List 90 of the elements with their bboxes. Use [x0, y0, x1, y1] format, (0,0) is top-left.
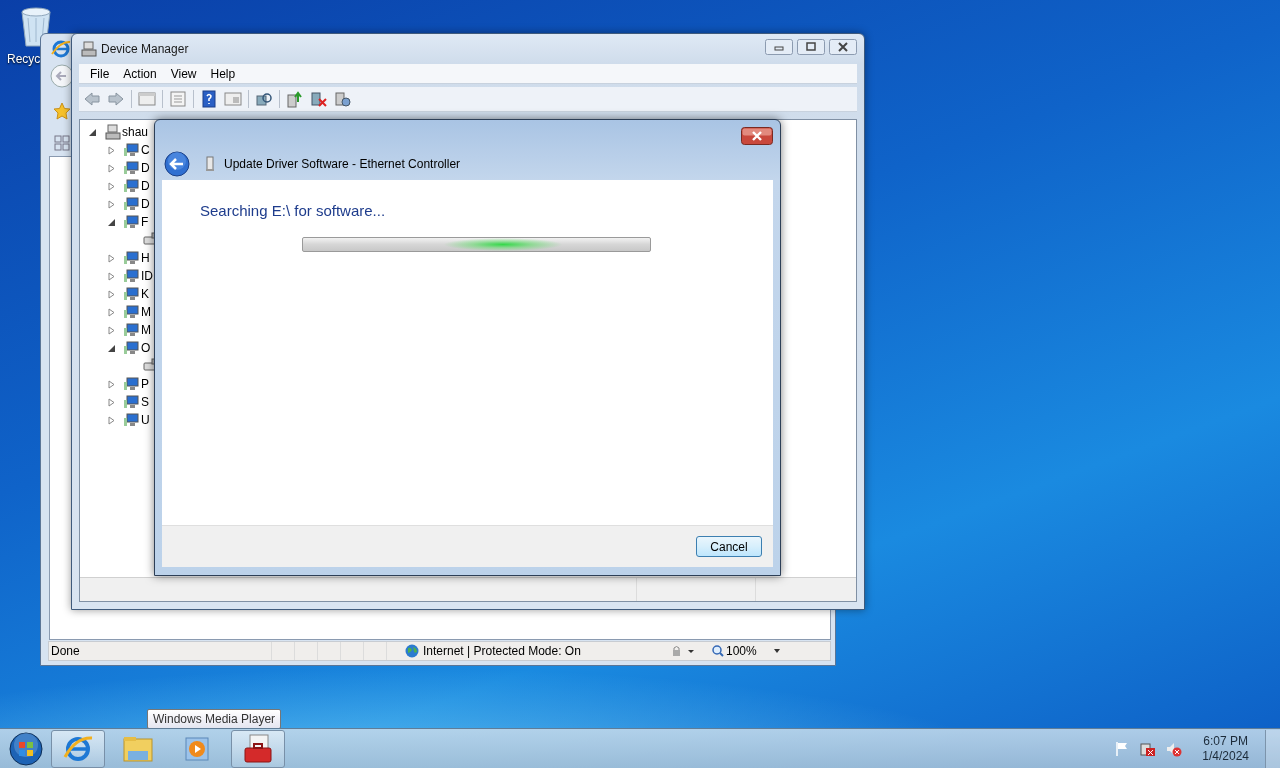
tree-item[interactable]: D	[141, 179, 150, 193]
tree-item[interactable]: M	[141, 305, 151, 319]
panel-icon[interactable]	[138, 90, 156, 108]
globe-icon	[405, 644, 419, 658]
device-icon	[124, 340, 140, 356]
uninstall-icon[interactable]	[310, 90, 328, 108]
tree-item[interactable]: shau	[122, 125, 149, 139]
zone-text: Internet | Protected Mode: On	[423, 644, 581, 658]
clock-time: 6:07 PM	[1203, 733, 1248, 749]
computer-icon	[81, 41, 97, 57]
collapsed-arrow-icon[interactable]	[107, 379, 116, 389]
tree-item[interactable]: K	[141, 287, 149, 301]
toolbox-icon	[242, 732, 274, 765]
collapsed-arrow-icon[interactable]	[107, 415, 116, 425]
desktop-icon-label[interactable]: Recyc	[7, 52, 41, 66]
tree-item[interactable]: F	[141, 215, 149, 229]
tree-item[interactable]: M	[141, 323, 151, 337]
tree-item[interactable]: P	[141, 377, 149, 391]
update-icon[interactable]	[286, 90, 304, 108]
collapsed-arrow-icon[interactable]	[107, 397, 116, 407]
network-card-icon	[204, 156, 216, 172]
device-icon	[124, 286, 140, 302]
device-icon	[124, 178, 140, 194]
zoom-text: 100%	[726, 644, 757, 658]
collapsed-arrow-icon[interactable]	[107, 289, 116, 299]
expanded-arrow-icon[interactable]	[88, 127, 97, 137]
disable-icon[interactable]	[334, 90, 352, 108]
device-icon	[124, 394, 140, 410]
device-icon	[124, 196, 140, 212]
collapsed-arrow-icon[interactable]	[107, 253, 116, 263]
tree-item[interactable]: S	[141, 395, 149, 409]
clock[interactable]: 6:07 PM 1/4/2024	[1202, 733, 1249, 764]
dialog-title: Update Driver Software - Ethernet Controller	[224, 157, 461, 171]
status-heading: Searching E:\ for software...	[200, 202, 387, 219]
close-icon[interactable]	[829, 39, 857, 55]
cancel-button[interactable]: Cancel	[696, 536, 762, 557]
collapsed-arrow-icon[interactable]	[107, 181, 116, 191]
device-icon	[124, 412, 140, 428]
device-icon	[124, 304, 140, 320]
collapsed-arrow-icon[interactable]	[107, 307, 116, 317]
collapsed-arrow-icon[interactable]	[107, 325, 116, 335]
collapsed-arrow-icon[interactable]	[107, 199, 116, 209]
device-icon	[124, 268, 140, 284]
menu-item[interactable]: File	[83, 66, 117, 81]
minimize-icon[interactable]	[765, 39, 793, 55]
star-icon[interactable]	[53, 102, 71, 120]
status-text: Done	[50, 644, 81, 658]
network-error-icon[interactable]	[1140, 740, 1157, 757]
collapsed-arrow-icon[interactable]	[107, 145, 116, 155]
start-button-icon[interactable]	[8, 730, 44, 767]
zoom-button[interactable]: 100%	[712, 644, 782, 658]
tree-item[interactable]: U	[141, 413, 150, 427]
collapsed-arrow-icon[interactable]	[107, 163, 116, 173]
panel-icon[interactable]	[224, 90, 242, 108]
taskbar-button[interactable]	[51, 729, 105, 768]
back-button-icon[interactable]	[164, 151, 190, 177]
taskbar-button[interactable]	[231, 729, 285, 768]
expanded-arrow-icon[interactable]	[107, 217, 116, 227]
collapsed-arrow-icon[interactable]	[107, 271, 116, 281]
tree-item[interactable]: H	[141, 251, 150, 265]
tree-item[interactable]: D	[141, 161, 150, 175]
close-icon[interactable]	[741, 127, 773, 145]
scan-icon[interactable]	[255, 90, 273, 108]
maximize-icon[interactable]	[797, 39, 825, 55]
magnifier-icon	[712, 645, 724, 657]
tree-item[interactable]: O	[141, 341, 151, 355]
show-desktop-button[interactable]	[1265, 729, 1280, 768]
tree-item[interactable]: ID	[141, 269, 153, 283]
window-title: Device Manager	[101, 42, 189, 56]
tooltip: Windows Media Player	[147, 709, 282, 729]
list-icon[interactable]	[169, 90, 187, 108]
clock-date: 1/4/2024	[1202, 748, 1249, 764]
tree-item[interactable]: D	[141, 197, 150, 211]
help-icon[interactable]	[200, 90, 218, 108]
expanded-arrow-icon[interactable]	[107, 343, 116, 353]
forward-arrow-icon[interactable]	[107, 90, 125, 108]
menu-item[interactable]: View	[163, 66, 204, 81]
device-icon	[124, 160, 140, 176]
device-icon	[124, 142, 140, 158]
device-icon	[124, 376, 140, 392]
device-icon	[124, 322, 140, 338]
back-arrow-icon[interactable]	[83, 90, 101, 108]
grid-icon[interactable]	[53, 134, 71, 152]
tree-item[interactable]: C	[141, 143, 150, 157]
menu-item[interactable]: Action	[116, 66, 164, 81]
menu-item[interactable]: Help	[203, 66, 243, 81]
computer-icon	[105, 124, 121, 140]
device-icon	[124, 214, 140, 230]
browser-logo-icon	[51, 39, 71, 59]
device-icon	[124, 250, 140, 266]
